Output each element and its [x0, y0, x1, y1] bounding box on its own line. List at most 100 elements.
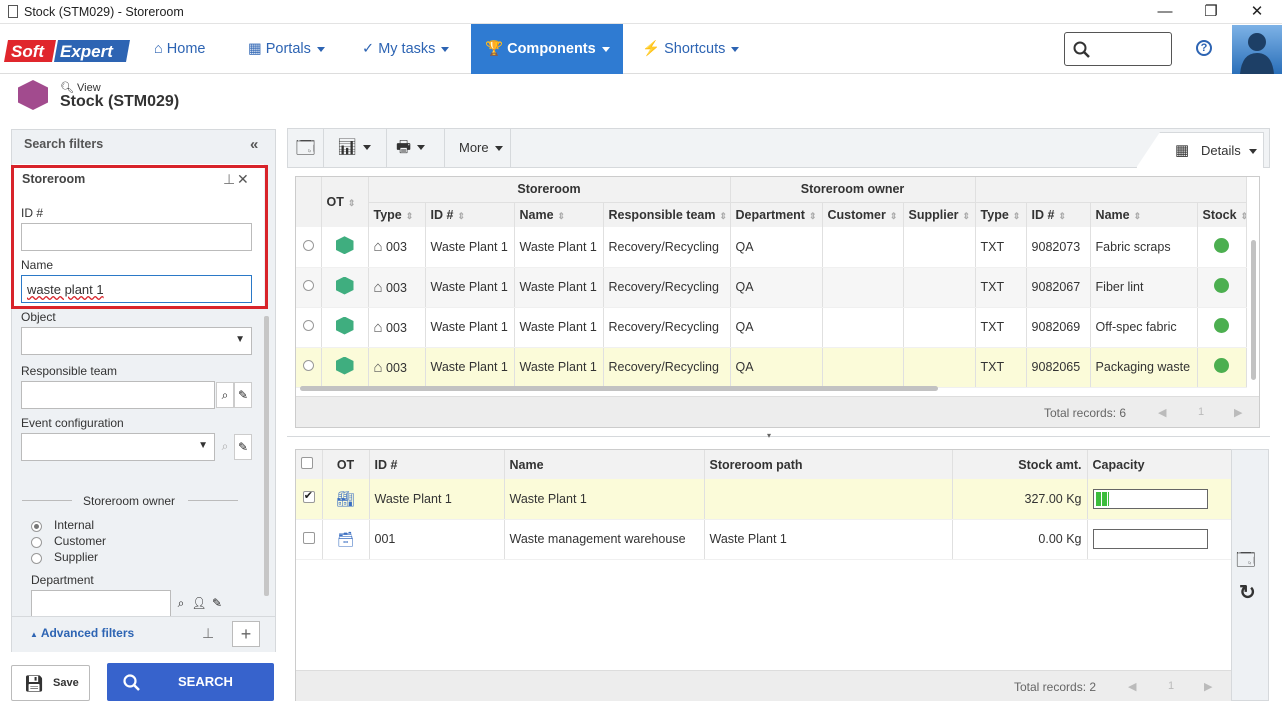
advanced-filters-link[interactable]: ▲ Advanced filters: [30, 626, 134, 640]
col-ot[interactable]: OT: [322, 450, 370, 479]
house-icon: ⌂: [373, 318, 383, 336]
refresh-icon[interactable]: ↻: [1239, 580, 1256, 605]
col-id[interactable]: ID #: [369, 450, 505, 479]
radio-supplier[interactable]: [31, 553, 42, 564]
help-icon[interactable]: ?: [1196, 40, 1212, 56]
col-supplier[interactable]: Supplier ⇕: [903, 202, 976, 227]
chart-icon[interactable]: 📊︎: [325, 128, 387, 168]
row-checkbox[interactable]: [302, 531, 315, 544]
add-filter-button[interactable]: +: [232, 621, 260, 647]
select-all-checkbox[interactable]: [296, 450, 323, 479]
col-storeroom-id[interactable]: ID # ⇕: [425, 202, 515, 227]
cell-stock-amt: 327.00 Kg: [952, 479, 1088, 520]
event-configuration-select[interactable]: ▼: [21, 433, 215, 461]
col-name[interactable]: Name: [504, 450, 705, 479]
cell-id: 001: [369, 519, 505, 560]
table-row[interactable]: 🏭︎ Waste Plant 1Waste Plant 1 327.00 Kg: [296, 479, 1232, 520]
col-type[interactable]: Type ⇕: [975, 202, 1027, 227]
nav-shortcuts[interactable]: ⚡ Shortcuts: [628, 24, 753, 74]
row-radio[interactable]: [302, 239, 314, 251]
binoculars-icon[interactable]: ⌕: [216, 434, 234, 460]
capacity-fill: [1095, 491, 1109, 506]
object-select[interactable]: ▼: [21, 327, 252, 355]
grid1-total-records: Total records: 6: [1044, 406, 1127, 420]
col-storeroom-path[interactable]: Storeroom path: [704, 450, 953, 479]
col-stock-amt[interactable]: Stock amt.: [952, 450, 1088, 479]
save-button[interactable]: 💾︎ Save: [11, 665, 90, 701]
col-storeroom-type[interactable]: Type ⇕: [368, 202, 426, 227]
view-record-icon[interactable]: 🗔: [288, 128, 324, 168]
nav-portals[interactable]: ▦ Portals: [234, 24, 339, 74]
nav-components[interactable]: 🏆 Components: [471, 24, 623, 74]
row-radio[interactable]: [302, 280, 314, 291]
col-capacity[interactable]: Capacity: [1087, 450, 1232, 479]
maximize-button[interactable]: ❐: [1188, 1, 1234, 23]
window-titlebar: Stock (STM029) - Storeroom — ❐ ✕: [0, 0, 1282, 24]
lookup-team-icon[interactable]: ⌕: [216, 382, 234, 408]
user-avatar[interactable]: [1232, 25, 1282, 74]
view-record-icon[interactable]: 🗔: [1236, 548, 1256, 578]
radio-customer[interactable]: [31, 537, 42, 548]
filters-scrollbar[interactable]: [264, 316, 269, 596]
clear-all-icon[interactable]: ⊥: [202, 625, 214, 642]
horizontal-scrollbar[interactable]: [300, 386, 938, 391]
clear-department-icon[interactable]: ✎: [208, 591, 226, 617]
more-button[interactable]: More: [446, 128, 511, 168]
col-storeroom-name[interactable]: Name ⇕: [514, 202, 604, 227]
softexpert-logo[interactable]: Soft Expert: [4, 38, 130, 64]
radio-internal[interactable]: [31, 521, 42, 532]
next-page-icon[interactable]: ▶: [1234, 406, 1242, 419]
radio-customer-label: Customer: [54, 534, 107, 548]
global-search-input[interactable]: [1064, 32, 1172, 66]
stock-status-icon: [1214, 318, 1230, 333]
logo-expert-text: Expert: [60, 42, 114, 61]
cell-id: 9082069: [1026, 307, 1091, 348]
triangle-up-icon: ▲: [30, 630, 38, 639]
cell-department: QA: [730, 307, 823, 348]
row-radio[interactable]: [302, 360, 314, 371]
col-stock[interactable]: Stock⇕: [1197, 202, 1247, 227]
lookup-department-icon[interactable]: ⌕: [172, 591, 190, 617]
cell-storeroom-path: Waste Plant 1: [704, 519, 953, 560]
table-row[interactable]: ⌂ 003 Waste Plant 1 Waste Plant 1 Recovery/…: [296, 227, 1247, 268]
highlight-box: [11, 165, 268, 309]
col-ot[interactable]: OT ⇕: [321, 177, 369, 227]
print-icon[interactable]: 🖶: [388, 128, 445, 168]
user-icon[interactable]: 👤︎: [190, 591, 208, 617]
table-row[interactable]: ⌂ 003 Waste Plant 1 Waste Plant 1 Recovery/…: [296, 267, 1247, 308]
stock-page-icon: [18, 80, 48, 110]
department-field[interactable]: [31, 590, 171, 618]
clear-team-icon[interactable]: ✎: [234, 382, 252, 408]
panel-splitter[interactable]: ▾: [287, 431, 1270, 442]
col-id[interactable]: ID # ⇕: [1026, 202, 1091, 227]
cell-responsible-team: Recovery/Recycling: [603, 347, 731, 388]
row-checkbox[interactable]: [302, 489, 315, 504]
cell-responsible-team: Recovery/Recycling: [603, 307, 731, 348]
col-customer[interactable]: Customer ⇕: [822, 202, 904, 227]
table-row[interactable]: 🗃︎ 001 Waste management warehouse Waste Pla…: [296, 519, 1232, 560]
stock-type-icon: [335, 276, 354, 295]
vertical-scrollbar[interactable]: [1251, 240, 1256, 380]
minimize-button[interactable]: —: [1142, 1, 1188, 23]
col-name[interactable]: Name ⇕: [1090, 202, 1198, 227]
table-row[interactable]: ⌂ 003 Waste Plant 1 Waste Plant 1 Recovery/…: [296, 307, 1247, 348]
clear-event-icon[interactable]: ✎: [234, 434, 252, 460]
divider: [188, 500, 238, 501]
prev-page-icon[interactable]: ◀: [1128, 680, 1136, 693]
search-button[interactable]: SEARCH: [107, 663, 274, 701]
col-ot-label: OT: [326, 195, 344, 209]
nav-home[interactable]: ⌂ Home: [140, 24, 219, 74]
nav-my-tasks[interactable]: ✓ My tasks: [348, 24, 463, 74]
prev-page-icon[interactable]: ◀: [1158, 406, 1166, 419]
grid-icon: ▦: [248, 41, 262, 57]
close-window-button[interactable]: ✕: [1234, 1, 1280, 23]
table-row[interactable]: ⌂ 003 Waste Plant 1 Waste Plant 1 Recovery/…: [296, 347, 1247, 388]
next-page-icon[interactable]: ▶: [1204, 680, 1212, 693]
col-department[interactable]: Department ⇕: [730, 202, 823, 227]
col-responsible-team[interactable]: Responsible team ⇕: [603, 202, 731, 227]
responsible-team-field[interactable]: [21, 381, 215, 409]
row-radio[interactable]: [302, 320, 314, 331]
stock-type-icon: [335, 316, 354, 335]
floppy-icon: 💾︎: [24, 676, 45, 693]
collapse-panel-button[interactable]: «: [250, 136, 258, 153]
